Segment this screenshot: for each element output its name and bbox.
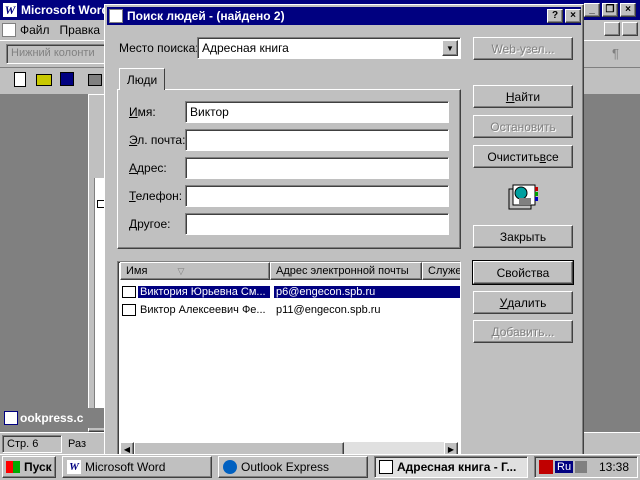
status-page: Стр. 6 [2, 434, 62, 453]
address-field[interactable] [185, 157, 449, 179]
word-doc-restore-btn[interactable] [604, 22, 620, 36]
dialog-title: Поиск людей - (найдено 2) [127, 9, 285, 23]
contact-card-icon [122, 304, 136, 316]
dialog-app-icon [109, 9, 123, 23]
doc-tab-label: ookpress.c [20, 411, 84, 425]
email-field[interactable] [185, 129, 449, 151]
system-tray: Ru 13:38 [534, 456, 638, 478]
word-app-icon: W [3, 2, 17, 17]
find-button[interactable]: Найти [473, 85, 573, 108]
taskbar-item-word[interactable]: W Microsoft Word [62, 456, 212, 478]
result-row-2[interactable]: Виктор Алексеевич Фе... p11@engecon.spb.… [120, 302, 383, 318]
contact-card-icon [122, 286, 136, 298]
other-field[interactable] [185, 213, 449, 235]
word-task-icon: W [67, 460, 81, 474]
word-menu-icon[interactable] [2, 23, 16, 37]
tab-people-label: Люди [126, 72, 158, 87]
phone-label: Телефон: [129, 189, 183, 203]
result-name-2: Виктор Алексеевич Фе... [140, 304, 266, 316]
new-doc-icon[interactable] [14, 72, 26, 87]
name-label: Имя: [129, 105, 156, 119]
clock: 13:38 [598, 460, 629, 474]
word-title: Microsoft Word [21, 3, 109, 17]
phone-field[interactable] [185, 185, 449, 207]
dialog-title-bar[interactable]: Поиск людей - (найдено 2) [107, 7, 581, 25]
email-label: Эл. почта: [129, 133, 186, 147]
doc-tab[interactable]: ookpress.c [0, 408, 108, 428]
taskbar-outlook-label: Outlook Express [241, 460, 330, 474]
add-button[interactable]: Добавить... [473, 320, 573, 343]
column-header-name[interactable]: Имя ▽ [120, 262, 270, 280]
close-button[interactable]: Закрыть [473, 225, 573, 248]
tray-app-icon[interactable] [539, 460, 553, 474]
stop-button[interactable]: Остановить [473, 115, 573, 138]
style-box[interactable]: Нижний колонти [6, 44, 106, 64]
help-icon[interactable]: ? [547, 9, 563, 23]
doc-tab-icon [4, 411, 18, 425]
result-email-1: p6@engecon.spb.ru [274, 286, 460, 298]
clear-all-button[interactable]: Очистить в се [473, 145, 573, 168]
column-header-email[interactable]: Адрес электронной почты [270, 262, 422, 280]
taskbar-word-label: Microsoft Word [85, 460, 166, 474]
outlook-task-icon [223, 460, 237, 474]
word-doc-close-btn[interactable] [622, 22, 638, 36]
result-email-2: p11@engecon.spb.ru [276, 304, 381, 316]
language-indicator[interactable]: Ru [555, 461, 574, 473]
name-field[interactable]: Виктор [185, 101, 449, 123]
tray-volume-icon[interactable] [575, 461, 588, 473]
address-label: Адрес: [129, 161, 167, 175]
menu-edit[interactable]: Правка [60, 23, 101, 37]
save-disk-icon[interactable] [60, 72, 74, 86]
result-row-1[interactable]: Виктория Юрьевна См... p6@engecon.spb.ru [120, 284, 460, 300]
tab-people[interactable]: Люди [119, 68, 165, 90]
open-folder-icon[interactable] [36, 74, 52, 86]
taskbar-item-outlook[interactable]: Outlook Express [218, 456, 368, 478]
start-label: Пуск [24, 460, 52, 474]
pilcrow-icon[interactable]: ¶ [612, 46, 619, 61]
search-in-label: Место поиска: [119, 41, 199, 55]
results-list[interactable]: Имя ▽ Адрес электронной почты Служе Викт… [117, 261, 461, 457]
menu-file[interactable]: Файл [20, 23, 50, 37]
dialog-close-icon[interactable]: × [565, 9, 581, 23]
word-window-controls: _ ❐ × [584, 3, 638, 17]
address-book-icon [505, 181, 541, 213]
search-in-select[interactable]: Адресная книга ▼ [197, 37, 461, 59]
other-label: Другое: [129, 217, 171, 231]
minimize-icon[interactable]: _ [584, 3, 600, 17]
taskbar-item-address-book[interactable]: Адресная книга - Г... [374, 456, 528, 478]
column-header-service[interactable]: Служе [422, 262, 460, 280]
sort-arrow-icon: ▽ [177, 265, 185, 276]
print-icon[interactable] [88, 74, 102, 86]
search-in-value: Адресная книга [202, 41, 289, 55]
taskbar-address-book-label: Адресная книга - Г... [397, 460, 517, 474]
restore-icon[interactable]: ❐ [602, 3, 618, 17]
find-people-dialog: Поиск людей - (найдено 2) ? × Место поис… [104, 4, 584, 457]
start-button[interactable]: Пуск [2, 456, 56, 478]
status-section: Раз [68, 437, 87, 450]
windows-logo-icon [6, 461, 20, 473]
result-name-1: Виктория Юрьевна См... [138, 286, 270, 298]
word-right-panel [586, 94, 640, 432]
column-name-label: Имя [126, 265, 148, 277]
web-site-button[interactable]: Web-узел... [473, 37, 573, 60]
properties-button[interactable]: Свойства [472, 260, 574, 285]
address-book-task-icon [379, 460, 393, 474]
delete-button[interactable]: Удалить [473, 291, 573, 314]
chevron-down-icon[interactable]: ▼ [442, 40, 458, 56]
close-icon[interactable]: × [620, 3, 636, 17]
